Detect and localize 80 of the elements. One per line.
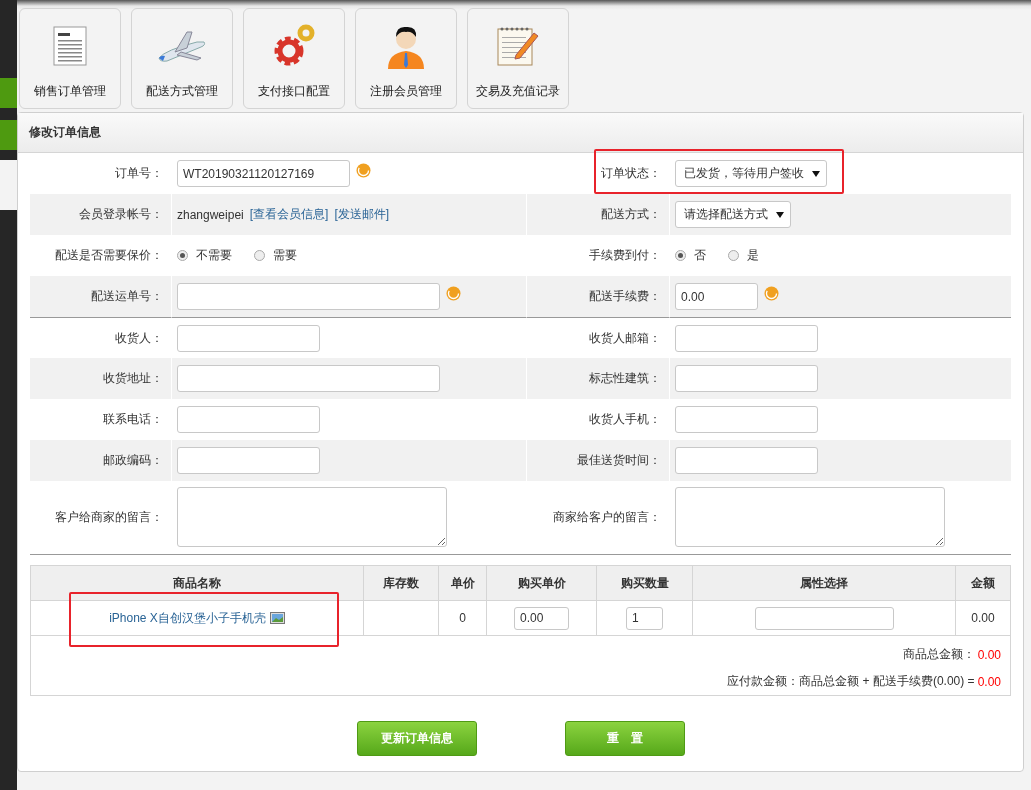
text-field[interactable]: WT20190321120127169 [177, 160, 350, 187]
field-label: 配送手续费： [589, 288, 661, 305]
field-label: 标志性建筑： [589, 370, 661, 387]
caret-icon [812, 170, 820, 177]
sidebar-tab[interactable] [0, 160, 17, 210]
field-label: 订单号： [115, 165, 163, 182]
tile-label: 配送方式管理 [146, 83, 218, 100]
text-field[interactable] [675, 365, 818, 392]
total-label: 应付款金额：商品总金额 + 配送手续费(0.00) = [727, 673, 975, 690]
tile-label: 支付接口配置 [258, 83, 330, 100]
document-icon [53, 26, 87, 66]
module-tile[interactable]: 支付接口配置 [243, 8, 345, 109]
field-label: 配送是否需要保价： [55, 247, 163, 264]
total-value: 0.00 [977, 674, 1001, 689]
text-field[interactable] [177, 447, 320, 474]
column-header: 购买数量 [597, 566, 693, 601]
radio-option[interactable]: 是 [728, 247, 759, 264]
panel-title: 修改订单信息 [18, 113, 1023, 153]
column-header: 库存数 [364, 566, 439, 601]
tile-label: 交易及充值记录 [476, 83, 560, 100]
field-label: 收货人： [115, 329, 163, 347]
dropdown-field[interactable]: 请选择配送方式 [675, 201, 791, 228]
notepad-icon [496, 25, 540, 67]
table-cell: 0 [459, 611, 466, 625]
field-label: 收货人手机： [589, 411, 661, 428]
message-field[interactable] [675, 487, 945, 547]
help-icon[interactable] [764, 286, 779, 301]
account-name: zhangweipei [177, 207, 244, 222]
column-header: 属性选择 [693, 566, 956, 601]
radio-option[interactable]: 不需要 [177, 247, 232, 264]
field-label: 邮政编码： [103, 452, 163, 469]
field-label: 订单状态： [601, 165, 661, 182]
field-label: 配送运单号： [91, 288, 163, 305]
sidebar-tab[interactable] [0, 78, 17, 108]
text-field[interactable] [675, 324, 818, 352]
product-link[interactable]: iPhone X自创汉堡小子手机壳 [109, 609, 266, 627]
radio-option[interactable]: 需要 [254, 247, 297, 264]
image-icon[interactable] [269, 612, 285, 624]
field-label: 最佳送货时间： [577, 452, 661, 469]
text-field[interactable] [177, 365, 440, 392]
module-tile[interactable]: 配送方式管理 [131, 8, 233, 109]
sidebar-tab[interactable] [0, 120, 17, 150]
field-label: 商家给客户的留言： [553, 509, 661, 526]
module-tile[interactable]: 交易及充值记录 [467, 8, 569, 109]
message-field[interactable] [177, 487, 447, 547]
field-label: 会员登录帐号： [79, 206, 163, 223]
quantity-field[interactable]: 1 [626, 606, 663, 630]
total-value: 0.00 [977, 647, 1001, 662]
field-label: 联系电话： [103, 411, 163, 428]
column-header: 单价 [439, 566, 487, 601]
field-label: 收货地址： [103, 370, 163, 387]
text-field[interactable] [177, 406, 320, 433]
tile-label: 注册会员管理 [370, 83, 442, 100]
module-tile[interactable]: 注册会员管理 [355, 8, 457, 109]
field-label: 手续费到付： [589, 247, 661, 264]
total-label: 商品总金额： [902, 646, 975, 663]
caret-icon [776, 211, 784, 218]
module-tile[interactable]: 销售订单管理 [19, 8, 121, 109]
account-link[interactable]: [发送邮件] [334, 206, 390, 223]
text-field[interactable] [675, 447, 818, 474]
account-link[interactable]: [查看会员信息] [249, 206, 329, 223]
column-header: 商品名称 [31, 566, 364, 601]
text-field[interactable] [177, 324, 320, 352]
price-field[interactable]: 0.00 [514, 606, 569, 630]
field-label: 收货人邮箱： [589, 329, 661, 347]
dropdown-field[interactable]: 已发货，等待用户签收 [675, 160, 827, 187]
attribute-field[interactable] [754, 606, 894, 630]
column-header: 金额 [956, 566, 1010, 601]
radio-option[interactable]: 否 [675, 247, 706, 264]
text-field[interactable] [177, 283, 440, 310]
column-header: 购买单价 [487, 566, 597, 601]
field-label: 客户给商家的留言： [55, 509, 163, 526]
text-field[interactable] [675, 406, 818, 433]
text-field[interactable]: 0.00 [675, 283, 758, 310]
field-label: 配送方式： [601, 206, 661, 223]
help-icon[interactable] [356, 163, 371, 178]
help-icon[interactable] [446, 286, 461, 301]
airplane-icon [157, 28, 207, 64]
table-cell: 0.00 [971, 611, 995, 625]
tile-label: 销售订单管理 [34, 83, 106, 100]
